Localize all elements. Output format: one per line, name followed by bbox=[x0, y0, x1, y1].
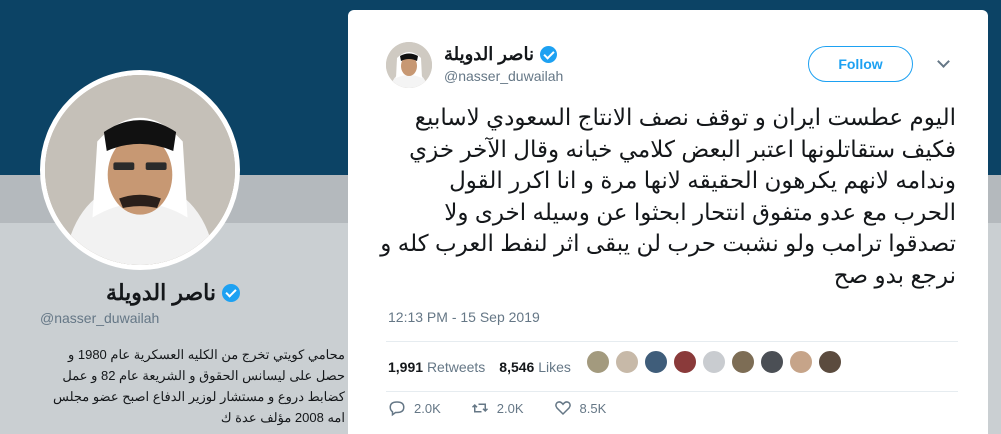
retweet-count: 2.0K bbox=[496, 400, 524, 416]
liker-avatar[interactable] bbox=[702, 350, 726, 374]
retweets-stat[interactable]: 1,991 Retweets bbox=[388, 359, 485, 375]
tweet-text-line: فكيف ستقاتلونها اعتبر البعض كلامي خيانه … bbox=[409, 135, 956, 162]
tweet-text-line: نرجع بدو صح bbox=[833, 261, 956, 288]
tweet-text: اليوم عطست ايران و توقف نصف الانتاج السع… bbox=[378, 102, 956, 291]
tweet-text-line: اليوم عطست ايران و توقف نصف الانتاج السع… bbox=[414, 104, 956, 130]
tweet-text-line: وندامه لانهم يكرهون الحقيقه لانها مرة و … bbox=[449, 167, 956, 193]
retweet-button[interactable]: 2.0K bbox=[471, 399, 524, 417]
profile-handle[interactable]: @nasser_duwailah bbox=[40, 310, 340, 326]
divider bbox=[386, 341, 958, 342]
liker-avatar[interactable] bbox=[615, 350, 639, 374]
like-count: 8.5K bbox=[579, 400, 607, 416]
tweet-actions: 2.0K 2.0K 8.5K bbox=[388, 399, 636, 417]
tweet-text-line: الحرب مع عدو متفوق انتحار ابحثوا عن وسيل… bbox=[444, 198, 956, 225]
author-handle[interactable]: @nasser_duwailah bbox=[444, 68, 563, 84]
verified-badge-icon bbox=[222, 284, 240, 302]
profile-name-row: ناصر الدويلة bbox=[40, 280, 240, 306]
divider bbox=[386, 391, 958, 392]
reply-count: 2.0K bbox=[414, 400, 441, 416]
author-avatar[interactable] bbox=[386, 42, 432, 88]
liker-avatar[interactable] bbox=[586, 350, 610, 374]
reply-icon bbox=[389, 401, 405, 417]
author-name[interactable]: ناصر الدويلة bbox=[444, 44, 534, 65]
follow-button[interactable]: Follow bbox=[808, 46, 913, 82]
reply-button[interactable]: 2.0K bbox=[388, 399, 441, 417]
like-button[interactable]: 8.5K bbox=[554, 399, 607, 417]
likes-label: Likes bbox=[538, 359, 571, 375]
liker-avatar[interactable] bbox=[760, 350, 784, 374]
author-name-row: ناصر الدويلة bbox=[444, 44, 557, 65]
profile-avatar[interactable] bbox=[40, 70, 240, 270]
retweets-count: 1,991 bbox=[388, 359, 424, 375]
tweet-text-line: تصدقوا ترامب ولو نشبت حرب لن يبقى اثر لن… bbox=[380, 230, 956, 256]
profile-info: ناصر الدويلة @nasser_duwailah محامي كويت… bbox=[40, 280, 345, 428]
liker-avatar[interactable] bbox=[789, 350, 813, 374]
heart-icon bbox=[554, 401, 571, 416]
tweet-permalink-card: ناصر الدويلة @nasser_duwailah Follow الي… bbox=[348, 10, 988, 434]
liker-avatar[interactable] bbox=[818, 350, 842, 374]
likes-stat[interactable]: 8,546 Likes bbox=[499, 359, 571, 375]
liker-avatar[interactable] bbox=[644, 350, 668, 374]
likes-count: 8,546 bbox=[499, 359, 535, 375]
retweet-icon bbox=[471, 403, 488, 413]
liker-avatars bbox=[586, 350, 842, 374]
profile-bio: محامي كويتي تخرج من الكليه العسكرية عام … bbox=[53, 347, 345, 425]
tweet-header: ناصر الدويلة @nasser_duwailah Follow bbox=[386, 42, 956, 90]
retweets-label: Retweets bbox=[426, 359, 486, 375]
profile-name[interactable]: ناصر الدويلة bbox=[106, 280, 216, 306]
verified-badge-icon bbox=[539, 46, 557, 63]
tweet-stats: 1,991 Retweets 8,546 Likes bbox=[388, 351, 585, 383]
chevron-down-icon[interactable] bbox=[934, 54, 954, 74]
tweet-timestamp[interactable]: 12:13 PM - 15 Sep 2019 bbox=[388, 309, 540, 325]
liker-avatar[interactable] bbox=[731, 350, 755, 374]
liker-avatar[interactable] bbox=[673, 350, 697, 374]
